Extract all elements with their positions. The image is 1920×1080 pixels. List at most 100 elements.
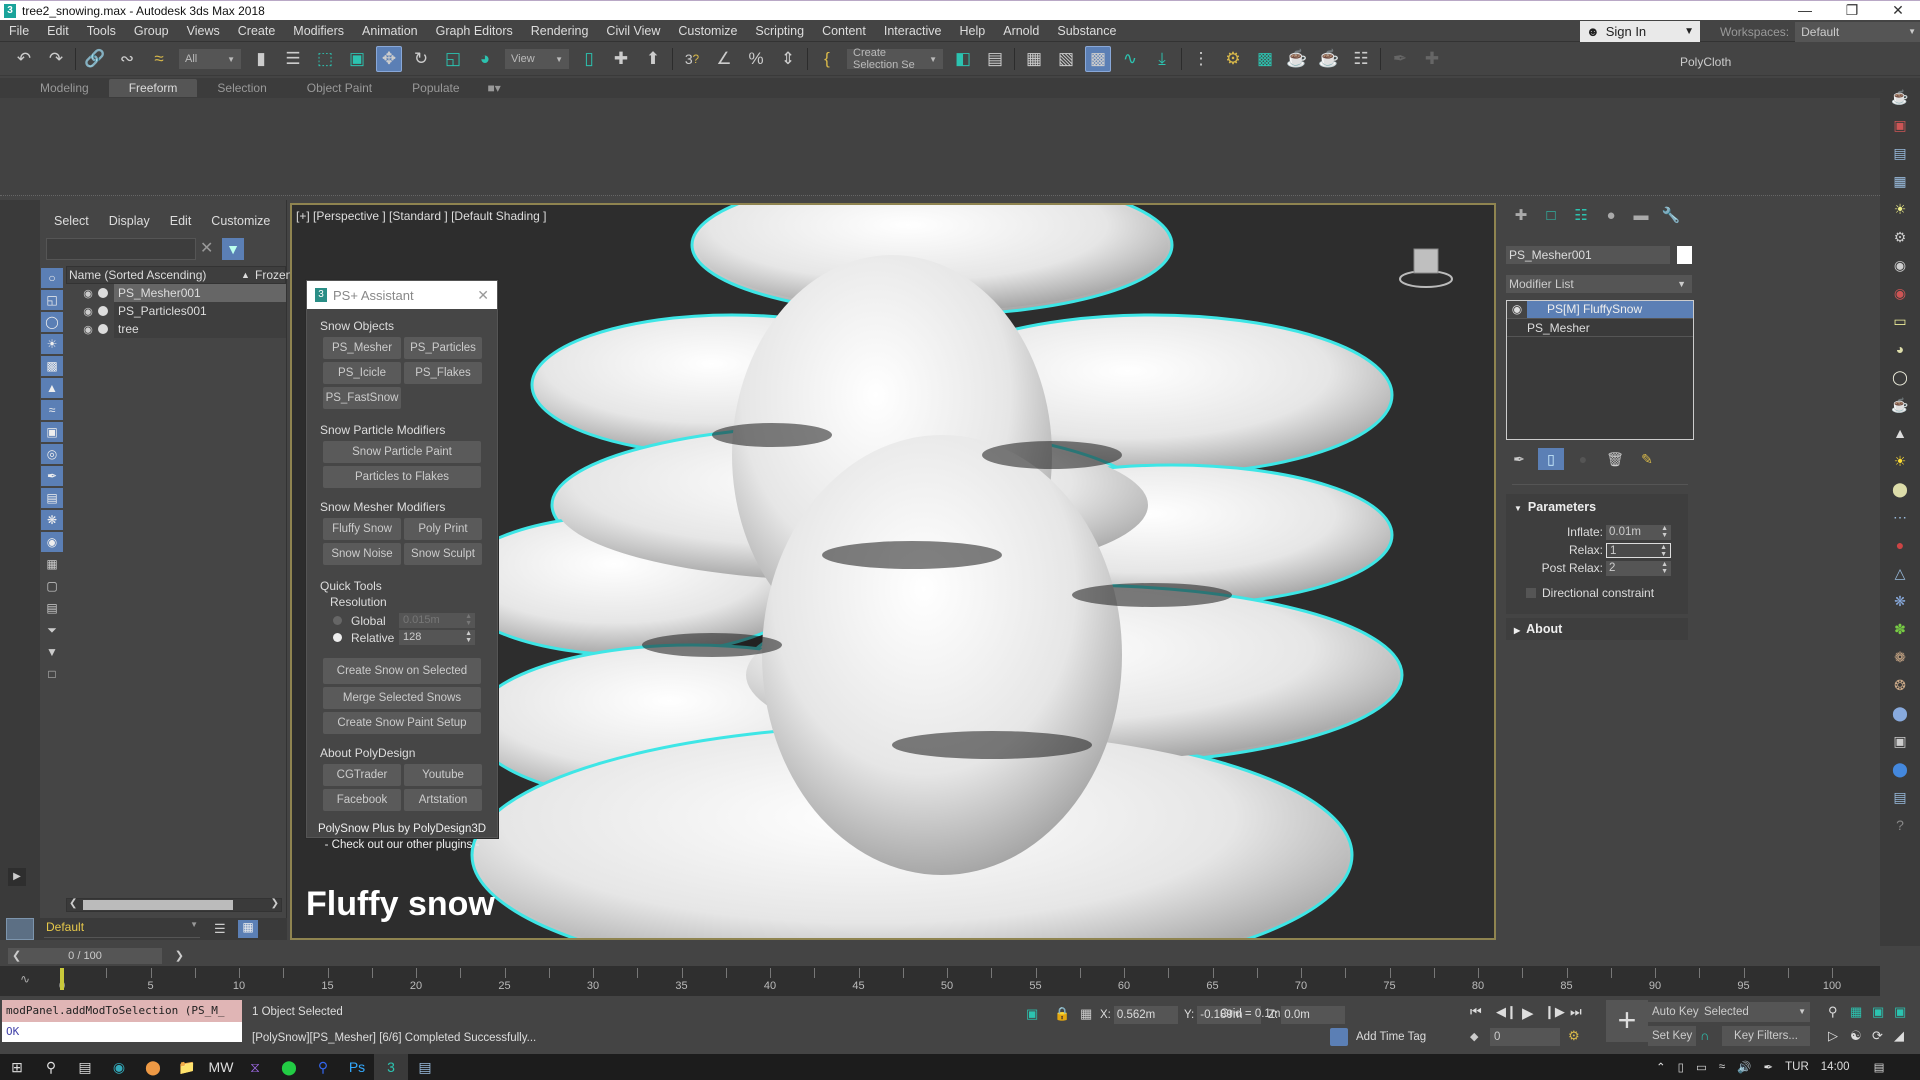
about-rollout[interactable]: ▶ About bbox=[1506, 618, 1688, 640]
physical-camera-icon[interactable]: ◉ bbox=[1887, 254, 1913, 276]
display-frozen-icon[interactable]: ◉ bbox=[41, 532, 63, 552]
display-tab-icon[interactable]: ▬ bbox=[1626, 207, 1656, 224]
ps-icicle-button[interactable]: PS_Icicle bbox=[323, 362, 401, 384]
keyboard-shortcut-override-icon[interactable]: ⬆ bbox=[640, 46, 666, 72]
object-color-swatch[interactable] bbox=[1677, 246, 1692, 264]
add-time-tag[interactable]: Add Time Tag bbox=[1330, 1028, 1426, 1046]
menu-rendering[interactable]: Rendering bbox=[522, 20, 598, 42]
ps-fastsnow-button[interactable]: PS_FastSnow bbox=[323, 387, 401, 409]
light-lister-icon[interactable]: ☀ bbox=[1887, 198, 1913, 220]
cgtrader-link[interactable]: CGTrader bbox=[323, 764, 401, 786]
redo-icon[interactable]: ↷ bbox=[43, 46, 69, 72]
post-relax-spinner[interactable]: 2 ▲ ▼ bbox=[1606, 560, 1671, 576]
stack-item[interactable]: ◉ PS[M] FluffySnow bbox=[1507, 301, 1693, 319]
menu-customize[interactable]: Customize bbox=[669, 20, 746, 42]
about-rollout-header[interactable]: ▶ About bbox=[1506, 618, 1688, 636]
previous-frame-icon[interactable]: ◀❙ bbox=[1496, 1004, 1517, 1020]
render-setup-icon[interactable]: ▩ bbox=[1252, 46, 1278, 72]
show-end-result-icon[interactable]: ▯ bbox=[1538, 448, 1564, 470]
inflate-spinner[interactable]: 0.01m ▲ ▼ bbox=[1606, 524, 1671, 540]
viewcube[interactable] bbox=[1398, 241, 1454, 293]
ps-mesher-button[interactable]: PS_Mesher bbox=[323, 337, 401, 359]
utilities-tab-icon[interactable]: 🔧 bbox=[1656, 206, 1686, 224]
current-frame-field[interactable]: 0 bbox=[1490, 1028, 1560, 1046]
explorer-menu-edit[interactable]: Edit bbox=[170, 214, 192, 228]
rectangular-selection-icon[interactable]: ⬚ bbox=[312, 46, 338, 72]
fluffy-snow-button[interactable]: Fluffy Snow bbox=[323, 518, 401, 540]
next-frame-icon[interactable]: ❯ bbox=[175, 948, 184, 964]
hierarchy-tab-icon[interactable]: ☷ bbox=[1566, 206, 1596, 224]
menu-graph-editors[interactable]: Graph Editors bbox=[427, 20, 522, 42]
curve-editor-icon[interactable]: ∿ bbox=[1117, 46, 1143, 72]
radio-relative[interactable] bbox=[333, 633, 342, 642]
particles-to-flakes-button[interactable]: Particles to Flakes bbox=[323, 466, 481, 488]
absolute-mode-icon[interactable]: ▦ bbox=[1080, 1006, 1092, 1022]
panel-settings-icon[interactable]: ▦ bbox=[1887, 170, 1913, 192]
display-xrefs-icon[interactable]: ◎ bbox=[41, 444, 63, 464]
scroll-right-icon[interactable]: ❯ bbox=[271, 898, 279, 909]
spot-light-icon[interactable]: ▲ bbox=[1887, 422, 1913, 444]
key-mode-dropdown[interactable]: Selected ▼ bbox=[1700, 1002, 1810, 1022]
explorer-search-input[interactable] bbox=[46, 238, 196, 260]
field-of-view-icon[interactable]: ▷ bbox=[1828, 1028, 1838, 1044]
time-slider[interactable]: ❮ 0 / 100 ❯ bbox=[8, 948, 184, 964]
menu-scripting[interactable]: Scripting bbox=[746, 20, 813, 42]
notepad-icon[interactable]: ▤ bbox=[408, 1054, 442, 1080]
skydome-icon[interactable]: ⬤ bbox=[1887, 478, 1913, 500]
polycloth-add-icon[interactable]: ✚ bbox=[1419, 46, 1445, 72]
area-light-icon[interactable]: ▭ bbox=[1887, 310, 1913, 332]
camera-icon[interactable]: ⚙ bbox=[1887, 226, 1913, 248]
track-bar[interactable]: ∿ 05101520253035404550556065707580859095… bbox=[0, 966, 1880, 996]
display-none-icon[interactable]: ○ bbox=[41, 268, 63, 288]
spinner-arrows-icon[interactable]: ▲ ▼ bbox=[1661, 525, 1668, 539]
mw-app-icon[interactable]: MW bbox=[204, 1054, 238, 1080]
stack-item[interactable]: PS_Mesher bbox=[1507, 319, 1693, 337]
select-by-name-icon[interactable]: ☰ bbox=[280, 46, 306, 72]
3ds-max-taskbar-icon[interactable]: 3 bbox=[374, 1054, 408, 1080]
layer-explorer-icon[interactable]: ▦ bbox=[238, 920, 258, 938]
modifier-list-dropdown[interactable]: Modifier List ▼ bbox=[1506, 275, 1692, 293]
window-crossing-icon[interactable]: ▣ bbox=[344, 46, 370, 72]
ps-assistant-titlebar[interactable]: 3 PS+ Assistant ✕ bbox=[307, 281, 497, 309]
time-cursor[interactable] bbox=[60, 968, 64, 990]
x-field[interactable]: 0.562m bbox=[1113, 1006, 1178, 1024]
scatter-icon[interactable]: ⋯ bbox=[1887, 506, 1913, 528]
display-lights-icon[interactable]: ☀ bbox=[41, 334, 63, 354]
search-icon[interactable]: ⚲ bbox=[34, 1054, 68, 1080]
toggle-ribbon-icon[interactable]: ▩ bbox=[1085, 46, 1111, 72]
remove-modifier-icon[interactable]: 🗑 bbox=[1602, 448, 1628, 470]
global-resolution-spinner[interactable]: 0.015m ▲ ▼ bbox=[399, 613, 475, 628]
display-helpers-icon[interactable]: ▲ bbox=[41, 378, 63, 398]
render-frame-icon[interactable]: ☕ bbox=[1284, 46, 1310, 72]
menu-help[interactable]: Help bbox=[951, 20, 995, 42]
disc-light-icon[interactable]: ◯ bbox=[1887, 366, 1913, 388]
layer-toggle-button[interactable] bbox=[6, 918, 34, 940]
menu-arnold[interactable]: Arnold bbox=[994, 20, 1048, 42]
workspace-dropdown[interactable]: Default ▼ bbox=[1795, 21, 1920, 42]
object-name-field[interactable]: PS_Mesher001 bbox=[1506, 246, 1670, 264]
angle-snap-icon[interactable]: ∠ bbox=[711, 46, 737, 72]
filter-toggle-icon[interactable]: ⏷ bbox=[41, 620, 63, 640]
display-dependencies-icon[interactable]: ▤ bbox=[41, 598, 63, 618]
language-indicator[interactable]: TUR bbox=[1785, 1061, 1809, 1073]
notifications-icon[interactable]: ▤ bbox=[1874, 1060, 1885, 1074]
resolution-relative-option[interactable]: Relative 128 ▲ ▼ bbox=[307, 629, 497, 646]
display-influences-icon[interactable]: ▢ bbox=[41, 576, 63, 596]
photoshop-icon[interactable]: Ps bbox=[340, 1054, 374, 1080]
zoom-all-icon[interactable]: ▦ bbox=[1850, 1004, 1862, 1020]
relax-spinner[interactable]: 1 ▲ ▼ bbox=[1606, 542, 1671, 558]
parameters-rollout-header[interactable]: ▼ Parameters bbox=[1506, 494, 1688, 514]
clear-search-icon[interactable]: ✕ bbox=[200, 238, 213, 258]
material-editor-icon[interactable]: ⚙ bbox=[1220, 46, 1246, 72]
display-bones-icon[interactable]: ✒ bbox=[41, 466, 63, 486]
menu-animation[interactable]: Animation bbox=[353, 20, 427, 42]
key-tangent-icon[interactable]: ∩ bbox=[1700, 1028, 1709, 1043]
volume-icon[interactable]: 🔊 bbox=[1737, 1060, 1751, 1074]
relative-resolution-spinner[interactable]: 128 ▲ ▼ bbox=[399, 630, 475, 645]
menu-create[interactable]: Create bbox=[229, 20, 285, 42]
grass-icon[interactable]: ✽ bbox=[1887, 618, 1913, 640]
zoom-extents-icon[interactable]: ▣ bbox=[1872, 1004, 1884, 1020]
maximize-viewport-icon[interactable]: ◢ bbox=[1894, 1028, 1904, 1044]
select-manipulate-icon[interactable]: ✚ bbox=[608, 46, 634, 72]
facebook-link[interactable]: Facebook bbox=[323, 789, 401, 811]
